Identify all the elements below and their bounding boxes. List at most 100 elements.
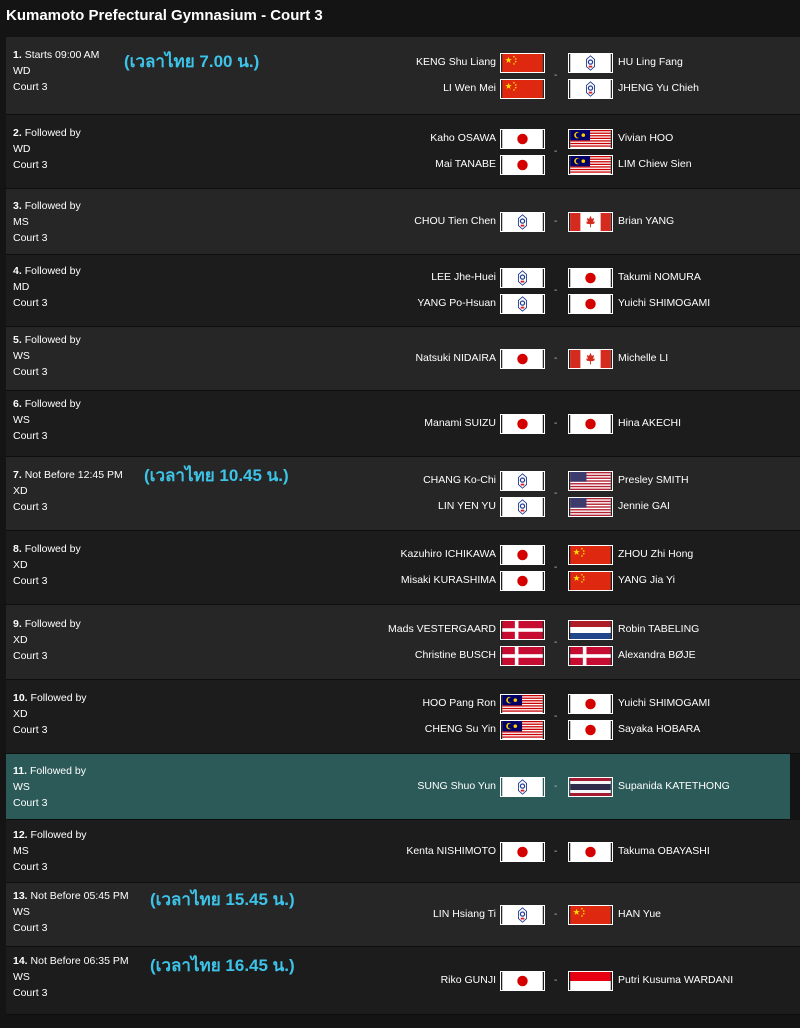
right-player-name[interactable]: Alexandra BØJE bbox=[618, 649, 696, 661]
match-time: Followed by bbox=[24, 334, 81, 346]
right-player-name[interactable]: Yuichi SHIMOGAMI bbox=[618, 697, 710, 709]
left-player-name[interactable]: LI Wen Mei bbox=[443, 82, 496, 94]
right-player-name[interactable]: Hina AKECHI bbox=[618, 417, 681, 429]
match-number: 12. bbox=[13, 829, 28, 841]
match-row[interactable]: 2. Followed by WD Court 3 Kaho OSAWA Vivian … bbox=[6, 115, 800, 189]
right-player-name[interactable]: Vivian HOO bbox=[618, 132, 673, 144]
left-player-name[interactable]: Kenta NISHIMOTO bbox=[406, 845, 496, 857]
left-player-name[interactable]: Misaki KURASHIMA bbox=[401, 574, 496, 586]
left-player-name[interactable]: HOO Pang Ron bbox=[422, 697, 496, 709]
left-player-name[interactable]: LIN Hsiang Ti bbox=[433, 908, 496, 920]
right-player-name[interactable]: Brian YANG bbox=[618, 215, 674, 227]
right-player-name[interactable]: Takuma OBAYASHI bbox=[618, 845, 710, 857]
left-player-name[interactable]: Christine BUSCH bbox=[415, 649, 496, 661]
versus-separator: - bbox=[554, 711, 558, 722]
china-flag bbox=[500, 79, 545, 99]
player-line: Misaki KURASHIMA YANG Jia Yi bbox=[6, 571, 800, 591]
match-row[interactable]: 3. Followed by MS Court 3 CHOU Tien Chen Bri… bbox=[6, 189, 800, 255]
japan-flag bbox=[500, 129, 545, 149]
match-time: Not Before 06:35 PM bbox=[30, 955, 129, 967]
match-row[interactable]: 1. Starts 09:00 AM WD Court 3 (เวลาไทย 7.00… bbox=[6, 37, 800, 115]
right-player-name[interactable]: Robin TABELING bbox=[618, 623, 699, 635]
left-player-name[interactable]: Manami SUIZU bbox=[424, 417, 496, 429]
match-row[interactable]: 6. Followed by WS Court 3 Manami SUIZU Hina … bbox=[6, 391, 800, 457]
player-line: CHOU Tien Chen Brian YANG bbox=[6, 212, 800, 232]
left-player-name[interactable]: SUNG Shuo Yun bbox=[417, 780, 496, 792]
player-line: Kazuhiro ICHIKAWA ZHOU Zhi Hong bbox=[6, 545, 800, 565]
right-player-name[interactable]: Presley SMITH bbox=[618, 474, 689, 486]
match-number: 14. bbox=[13, 955, 28, 967]
player-line: Mads VESTERGAARD Robin TABELING bbox=[6, 620, 800, 640]
japan-flag bbox=[500, 545, 545, 565]
malaysia-flag bbox=[568, 155, 613, 175]
japan-flag bbox=[568, 720, 613, 740]
left-player-name[interactable]: CHOU Tien Chen bbox=[414, 215, 496, 227]
right-player-name[interactable]: Michelle LI bbox=[618, 352, 668, 364]
chinese-taipei-flag bbox=[500, 294, 545, 314]
chinese-taipei-flag bbox=[500, 212, 545, 232]
right-player-name[interactable]: Putri Kusuma WARDANI bbox=[618, 974, 733, 986]
match-number: 11. bbox=[13, 765, 28, 777]
right-player-name[interactable]: YANG Jia Yi bbox=[618, 574, 675, 586]
left-player-name[interactable]: Kazuhiro ICHIKAWA bbox=[401, 548, 497, 560]
right-player-name[interactable]: HAN Yue bbox=[618, 908, 661, 920]
japan-flag bbox=[568, 268, 613, 288]
versus-separator: - bbox=[554, 146, 558, 157]
right-player-name[interactable]: Takumi NOMURA bbox=[618, 271, 701, 283]
japan-flag bbox=[500, 842, 545, 862]
malaysia-flag bbox=[500, 720, 545, 740]
chinese-taipei-flag bbox=[568, 79, 613, 99]
right-player-name[interactable]: Sayaka HOBARA bbox=[618, 723, 700, 735]
left-player-name[interactable]: CHANG Ko-Chi bbox=[423, 474, 496, 486]
match-row[interactable]: 5. Followed by WS Court 3 Natsuki NIDAIRA Mi… bbox=[6, 327, 800, 391]
match-row[interactable]: 7. Not Before 12:45 PM XD Court 3 (เวลาไทย … bbox=[6, 457, 800, 531]
player-line: CHENG Su Yin Sayaka HOBARA bbox=[6, 720, 800, 740]
player-line: Riko GUNJI Putri Kusuma WARDANI bbox=[6, 971, 800, 991]
match-row[interactable]: 8. Followed by XD Court 3 Kazuhiro ICHIKAWA… bbox=[6, 531, 800, 605]
match-row[interactable]: 9. Followed by XD Court 3 Mads VESTERGAARD R… bbox=[6, 605, 800, 680]
match-list: 1. Starts 09:00 AM WD Court 3 (เวลาไทย 7.00… bbox=[6, 37, 800, 1015]
left-player-name[interactable]: Riko GUNJI bbox=[441, 974, 496, 986]
versus-separator: - bbox=[554, 846, 558, 857]
left-player-name[interactable]: LIN YEN YU bbox=[438, 500, 496, 512]
left-player-name[interactable]: Natsuki NIDAIRA bbox=[415, 352, 496, 364]
right-player-name[interactable]: JHENG Yu Chieh bbox=[618, 82, 699, 94]
right-player-name[interactable]: Supanida KATETHONG bbox=[618, 780, 730, 792]
left-player-name[interactable]: KENG Shu Liang bbox=[416, 56, 496, 68]
left-player-name[interactable]: YANG Po-Hsuan bbox=[417, 297, 496, 309]
denmark-flag bbox=[500, 646, 545, 666]
player-line: Kenta NISHIMOTO Takuma OBAYASHI bbox=[6, 842, 800, 862]
match-row[interactable]: 10. Followed by XD Court 3 HOO Pang Ron Yuic… bbox=[6, 680, 800, 754]
left-player-name[interactable]: CHENG Su Yin bbox=[425, 723, 496, 735]
player-line: Kaho OSAWA Vivian HOO bbox=[6, 129, 800, 149]
match-number: 13. bbox=[13, 890, 28, 902]
japan-flag bbox=[568, 842, 613, 862]
chinese-taipei-flag bbox=[500, 268, 545, 288]
match-row[interactable]: 12. Followed by MS Court 3 Kenta NISHIMOTO T… bbox=[6, 820, 800, 883]
right-player-name[interactable]: ZHOU Zhi Hong bbox=[618, 548, 693, 560]
left-player-name[interactable]: Mads VESTERGAARD bbox=[388, 623, 496, 635]
match-row[interactable]: 4. Followed by MD Court 3 LEE Jhe-Huei Takum… bbox=[6, 255, 800, 327]
japan-flag bbox=[500, 414, 545, 434]
left-player-name[interactable]: Kaho OSAWA bbox=[430, 132, 496, 144]
malaysia-flag bbox=[568, 129, 613, 149]
match-number: 3. bbox=[13, 200, 22, 212]
player-line: Mai TANABE LIM Chiew Sien bbox=[6, 155, 800, 175]
right-player-name[interactable]: Yuichi SHIMOGAMI bbox=[618, 297, 710, 309]
match-row[interactable]: 13. Not Before 05:45 PM WS Court 3 (เวลาไทย… bbox=[6, 883, 800, 947]
versus-separator: - bbox=[554, 562, 558, 573]
chinese-taipei-flag bbox=[500, 497, 545, 517]
right-player-name[interactable]: Jennie GAI bbox=[618, 500, 670, 512]
match-row[interactable]: 14. Not Before 06:35 PM WS Court 3 (เวลาไทย… bbox=[6, 947, 800, 1015]
right-player-name[interactable]: LIM Chiew Sien bbox=[618, 158, 692, 170]
japan-flag bbox=[500, 971, 545, 991]
left-player-name[interactable]: LEE Jhe-Huei bbox=[431, 271, 496, 283]
right-player-name[interactable]: HU Ling Fang bbox=[618, 56, 683, 68]
left-player-name[interactable]: Mai TANABE bbox=[435, 158, 496, 170]
chinese-taipei-flag bbox=[500, 471, 545, 491]
chinese-taipei-flag bbox=[500, 777, 545, 797]
japan-flag bbox=[500, 349, 545, 369]
match-row[interactable]: 11. Followed by WS Court 3 SUNG Shuo Yun Sup… bbox=[6, 754, 790, 820]
china-flag bbox=[568, 905, 613, 925]
thailand-flag bbox=[568, 777, 613, 797]
